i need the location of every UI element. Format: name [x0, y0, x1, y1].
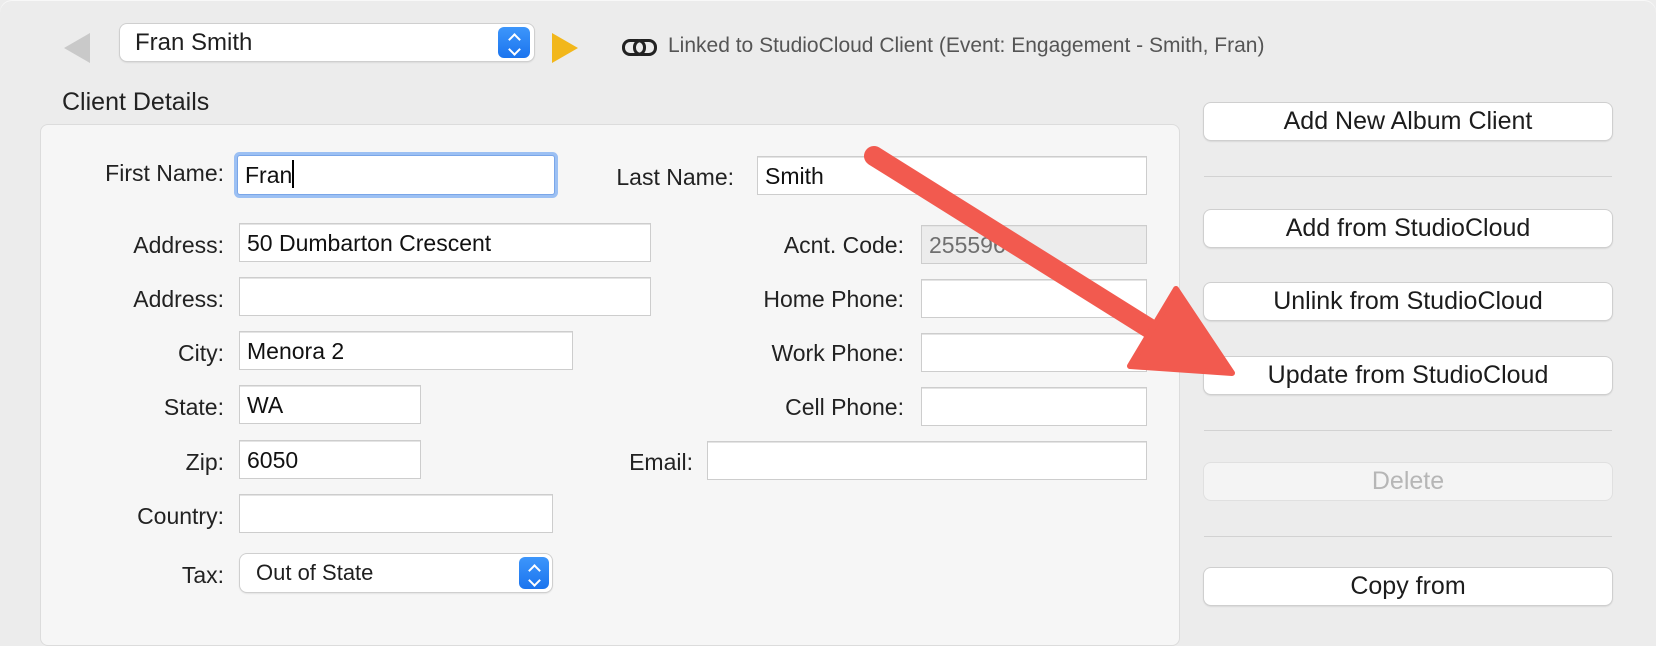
divider: [1204, 430, 1612, 431]
first-name-value: Fran: [245, 162, 293, 188]
cell-phone-label: Cell Phone:: [785, 394, 904, 420]
previous-record-arrow-icon[interactable]: [64, 33, 90, 63]
address2-field[interactable]: [240, 278, 650, 315]
work-phone-label: Work Phone:: [771, 340, 904, 366]
email-label: Email:: [629, 449, 693, 475]
zip-field[interactable]: 6050: [240, 441, 420, 478]
next-record-arrow-icon[interactable]: [552, 33, 578, 63]
email-field[interactable]: [708, 442, 1146, 479]
state-field[interactable]: WA: [240, 386, 420, 423]
text-caret: [292, 160, 295, 188]
last-name-field[interactable]: Smith: [758, 157, 1146, 194]
city-label: City:: [178, 340, 224, 366]
work-phone-field[interactable]: [922, 334, 1146, 371]
copy-from-button[interactable]: Copy from: [1204, 568, 1612, 605]
home-phone-label: Home Phone:: [763, 286, 904, 312]
section-title: Client Details: [62, 88, 210, 116]
address2-label: Address:: [133, 286, 224, 312]
home-phone-field[interactable]: [922, 280, 1146, 317]
tax-select-popup[interactable]: Out of State: [240, 554, 552, 592]
link-status-text: Linked to StudioCloud Client (Event: Eng…: [668, 34, 1265, 57]
address1-label: Address:: [133, 232, 224, 258]
add-from-studiocloud-button[interactable]: Add from StudioCloud: [1204, 210, 1612, 247]
popup-stepper-icon: [498, 27, 530, 58]
tax-select-value: Out of State: [256, 560, 374, 585]
first-name-field[interactable]: Fran: [238, 156, 554, 194]
client-select-value: Fran Smith: [135, 28, 253, 56]
state-label: State:: [163, 394, 224, 420]
unlink-from-studiocloud-button[interactable]: Unlink from StudioCloud: [1204, 283, 1612, 320]
account-code-label: Acnt. Code:: [783, 232, 904, 258]
divider: [1204, 176, 1612, 177]
first-name-label: First Name:: [105, 160, 224, 186]
country-label: Country:: [137, 503, 224, 529]
popup-stepper-icon: [519, 557, 549, 589]
link-status-area: Linked to StudioCloud Client (Event: Eng…: [622, 34, 1264, 58]
tax-label: Tax:: [181, 562, 224, 588]
client-select-popup[interactable]: Fran Smith: [120, 24, 534, 61]
zip-label: Zip:: [185, 449, 224, 475]
update-from-studiocloud-button[interactable]: Update from StudioCloud: [1204, 357, 1612, 394]
last-name-label: Last Name:: [616, 164, 734, 190]
add-new-album-client-button[interactable]: Add New Album Client: [1204, 103, 1612, 140]
cell-phone-field[interactable]: [922, 388, 1146, 425]
divider: [1204, 536, 1612, 537]
client-details-window: Fran Smith Linked to StudioCloud Client …: [0, 0, 1656, 646]
delete-button: Delete: [1204, 463, 1612, 500]
address1-field[interactable]: 50 Dumbarton Crescent: [240, 224, 650, 261]
link-chain-icon: [622, 36, 657, 56]
city-field[interactable]: Menora 2: [240, 332, 572, 369]
country-field[interactable]: [240, 495, 552, 532]
account-code-field: 2555960: [922, 226, 1146, 263]
